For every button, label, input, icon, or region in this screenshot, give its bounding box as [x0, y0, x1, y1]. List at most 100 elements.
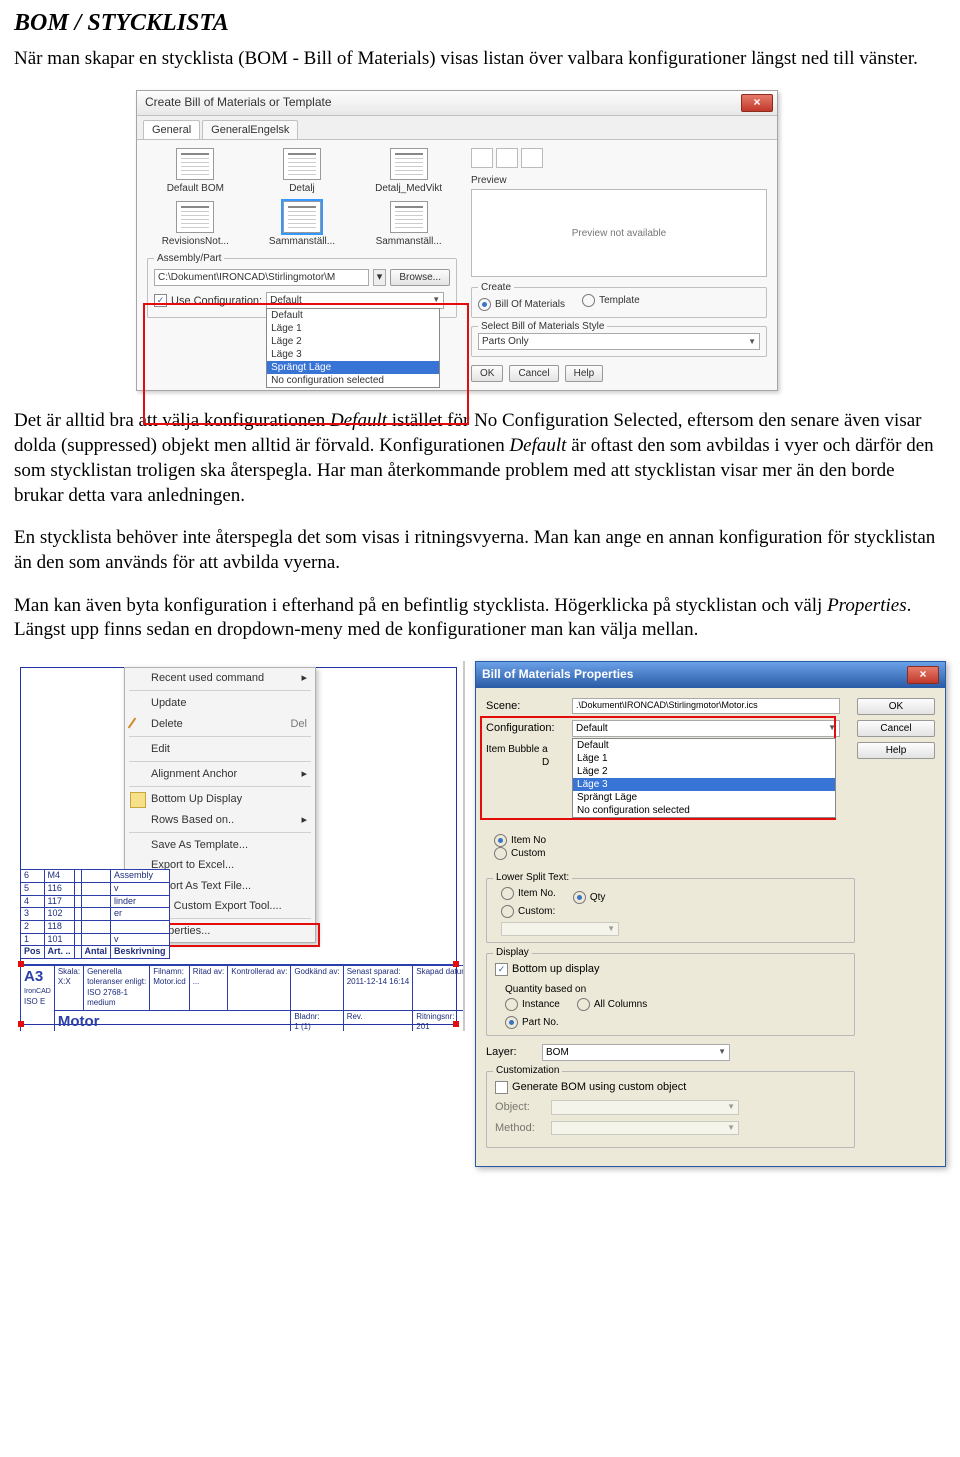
lower-custom-combo: ▼ [501, 922, 619, 936]
method-combo: ▼ [551, 1121, 739, 1135]
table-row: 4117linder [21, 895, 170, 908]
group-caption: Create [478, 281, 514, 294]
configuration-dropdown[interactable]: Default Läge 1 Läge 2 Läge 3 Sprängt Läg… [266, 308, 440, 388]
menu-alignment-anchor[interactable]: Alignment Anchor▸ [125, 764, 315, 784]
drawing-area: Recent used command▸ Update DeleteDel Ed… [14, 661, 465, 1031]
radio-instance[interactable]: Instance [505, 998, 560, 1011]
view-mode-large-icon[interactable] [471, 148, 493, 168]
preview-caption: Preview [471, 174, 767, 187]
template-grid: Default BOM Detalj Detalj_MedVikt Revisi… [147, 148, 457, 248]
object-combo: ▼ [551, 1100, 739, 1114]
selection-handle-icon [18, 1021, 24, 1027]
group-caption: Customization [493, 1064, 562, 1077]
layer-combo[interactable]: BOM ▼ [542, 1044, 730, 1061]
template-item[interactable]: Default BOM [147, 148, 244, 195]
radio-lower-custom[interactable]: Custom: [501, 905, 555, 918]
dropdown-option[interactable]: Default [267, 309, 439, 322]
generate-custom-checkbox[interactable] [495, 1081, 508, 1094]
template-item[interactable]: Sammanställ... [254, 201, 351, 248]
dropdown-option[interactable]: Läge 3 [267, 348, 439, 361]
heading: BOM / STYCKLISTA [14, 8, 946, 39]
bom-properties-dialog: Bill of Materials Properties × OK Cancel… [475, 661, 946, 1167]
radio-template[interactable]: Template [582, 294, 640, 307]
title-block: A3IronCADISO E Skala: X:X Generella tole… [20, 964, 457, 1025]
scene-input[interactable]: .\Dokument\IRONCAD\Stirlingmotor\Motor.i… [572, 698, 840, 714]
bom-table: 6M4Assembly 5116v 4117linder 3102er 2118… [20, 869, 170, 959]
close-icon[interactable]: × [907, 666, 939, 684]
para2: Det är alltid bra att välja konfiguratio… [14, 409, 946, 508]
group-caption: Lower Split Text: [493, 871, 572, 884]
dropdown-option[interactable]: Default [573, 739, 835, 752]
menu-recent[interactable]: Recent used command▸ [125, 668, 315, 688]
create-bom-dialog: Create Bill of Materials or Template × G… [136, 90, 778, 392]
dropdown-option[interactable]: Läge 2 [573, 765, 835, 778]
method-label: Method: [495, 1121, 545, 1135]
intro-paragraph: När man skapar en stycklista (BOM - Bill… [14, 47, 946, 72]
menu-bottom-up[interactable]: Bottom Up Display [125, 789, 315, 809]
table-row: 6M4Assembly [21, 870, 170, 883]
layer-label: Layer: [486, 1045, 536, 1059]
selection-handle-icon [453, 961, 459, 967]
para4: Man kan även byta konfiguration i efterh… [14, 594, 946, 643]
table-row: 5116v [21, 882, 170, 895]
chevron-down-icon: ▼ [432, 295, 440, 305]
dropdown-arrow-icon[interactable]: ▾ [373, 269, 387, 286]
close-icon[interactable]: × [741, 94, 773, 112]
menu-delete[interactable]: DeleteDel [125, 714, 315, 734]
quantity-based-label: Quantity based on [505, 983, 846, 996]
object-label: Object: [495, 1100, 545, 1114]
dropdown-option[interactable]: Sprängt Läge [573, 791, 835, 804]
dropdown-option[interactable]: Sprängt Läge [267, 361, 439, 374]
assembly-path-input[interactable]: C:\Dokument\IRONCAD\Stirlingmotor\M [154, 269, 369, 286]
dropdown-option[interactable]: No configuration selected [267, 374, 439, 387]
template-item[interactable]: Sammanställ... [360, 201, 457, 248]
selection-handle-icon [18, 961, 24, 967]
browse-button[interactable]: Browse... [390, 269, 450, 286]
group-caption: Select Bill of Materials Style [478, 320, 607, 333]
table-row: 2118 [21, 920, 170, 933]
menu-rows-based[interactable]: Rows Based on..▸ [125, 810, 315, 830]
template-item[interactable]: Detalj [254, 148, 351, 195]
group-caption: Display [493, 946, 532, 959]
para3: En stycklista behöver inte återspegla de… [14, 526, 946, 575]
view-mode-detail-icon[interactable] [521, 148, 543, 168]
table-row: 3102er [21, 908, 170, 921]
dropdown-option[interactable]: No configuration selected [573, 804, 835, 817]
dialog-title: Create Bill of Materials or Template [145, 95, 332, 111]
group-caption: Assembly/Part [154, 252, 224, 265]
template-item[interactable]: Detalj_MedVikt [360, 148, 457, 195]
radio-part-no[interactable]: Part No. [505, 1016, 559, 1029]
use-configuration-checkbox[interactable]: ✓ [154, 294, 167, 307]
dropdown-option[interactable]: Läge 1 [573, 752, 835, 765]
radio-lower-item-no[interactable]: Item No. [501, 887, 556, 900]
radio-custom[interactable]: Custom [494, 847, 545, 860]
menu-edit[interactable]: Edit [125, 739, 315, 759]
chevron-down-icon: ▼ [718, 1047, 726, 1057]
menu-update[interactable]: Update [125, 693, 315, 713]
ok-button[interactable]: OK [471, 365, 503, 382]
radio-lower-qty[interactable]: Qty [573, 891, 606, 904]
bottom-up-checkbox[interactable]: ✓ [495, 963, 508, 976]
dropdown-option[interactable]: Läge 3 [573, 778, 835, 791]
radio-item-no[interactable]: Item No [494, 834, 546, 847]
use-configuration-label: Use Configuration: [171, 294, 262, 308]
dialog-title: Bill of Materials Properties [482, 667, 633, 683]
view-mode-list-icon[interactable] [496, 148, 518, 168]
dropdown-option[interactable]: Läge 1 [267, 322, 439, 335]
cancel-button[interactable]: Cancel [509, 365, 558, 382]
radio-all-columns[interactable]: All Columns [577, 998, 647, 1011]
ok-button[interactable]: OK [857, 698, 935, 715]
tab-general[interactable]: General [143, 120, 200, 139]
radio-bill-of-materials[interactable]: Bill Of Materials [478, 298, 565, 311]
tab-general-english[interactable]: GeneralEngelsk [202, 120, 298, 139]
help-button[interactable]: Help [565, 365, 604, 382]
bom-style-combo[interactable]: Parts Only ▼ [478, 333, 760, 350]
help-button[interactable]: Help [857, 742, 935, 759]
dropdown-option[interactable]: Läge 2 [267, 335, 439, 348]
preview-area: Preview not available [471, 189, 767, 277]
template-item[interactable]: RevisionsNot... [147, 201, 244, 248]
table-row: 1101v [21, 933, 170, 946]
menu-save-template[interactable]: Save As Template... [125, 835, 315, 855]
assembly-part-group: Assembly/Part C:\Dokument\IRONCAD\Stirli… [147, 258, 457, 318]
configuration-combo[interactable]: Default ▼ Default Läge 1 Läge 2 Läge 3 S… [266, 292, 444, 309]
